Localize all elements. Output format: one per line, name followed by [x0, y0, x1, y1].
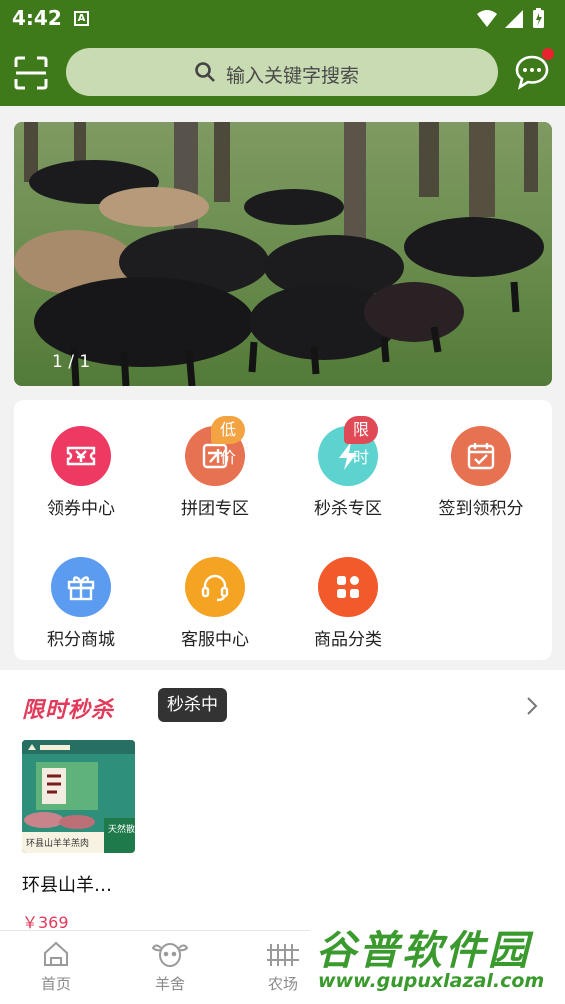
- scan-icon[interactable]: [14, 56, 48, 90]
- tab-label: 首页: [40, 975, 71, 993]
- flash-icon: 限时: [318, 416, 378, 486]
- wifi-icon: [477, 10, 497, 27]
- image-caption: 环县山羊羊羔肉: [26, 837, 89, 849]
- menu-product-category[interactable]: 商品分类: [283, 557, 413, 650]
- menu-label: 秒杀专区: [314, 499, 382, 519]
- category-grid-icon: [318, 557, 378, 617]
- quick-menu: 领券中心 低价 拼团专区 限时 秒杀专区 签到领积分 积分商城 客服中心 商品分…: [14, 400, 552, 660]
- headset-icon: [185, 557, 245, 617]
- search-icon: [195, 62, 215, 82]
- search-bar[interactable]: 输入关键字搜索: [66, 48, 498, 96]
- banner-counter: 1 / 1: [52, 352, 91, 372]
- status-bar: 4:42 A: [0, 0, 565, 38]
- image-badge: 天然散养: [108, 823, 135, 835]
- menu-checkin-points[interactable]: 签到领积分: [416, 426, 546, 519]
- fence-icon: [267, 944, 299, 966]
- limited-time-tag: 限时: [344, 416, 378, 467]
- flash-sale-status-badge: 秒杀中: [158, 688, 227, 722]
- tab-label: 羊舍: [154, 975, 185, 993]
- signal-icon: [505, 10, 523, 28]
- status-time: 4:42: [12, 6, 62, 30]
- product-name: 环县山羊…: [22, 875, 112, 896]
- menu-label: 签到领积分: [438, 499, 524, 519]
- notification-icon: A: [74, 11, 89, 26]
- coupon-icon: [51, 426, 111, 486]
- tab-home[interactable]: 首页: [16, 939, 96, 994]
- chevron-right-icon[interactable]: [522, 694, 542, 718]
- group-buy-icon: 低价: [185, 416, 245, 486]
- home-icon: [44, 941, 68, 966]
- menu-coupon-center[interactable]: 领券中心: [16, 426, 146, 519]
- low-price-tag: 低价: [211, 416, 245, 467]
- system-status-icons: [477, 8, 544, 28]
- unread-dot: [542, 48, 554, 60]
- menu-label: 领券中心: [47, 499, 115, 519]
- menu-flash-sale[interactable]: 限时 秒杀专区: [283, 416, 413, 519]
- banner-carousel[interactable]: 1 / 1: [14, 122, 552, 386]
- gift-icon: [51, 557, 111, 617]
- flash-sale-section: 限时秒杀 秒杀中 环县山羊羊羔肉 天然散养 环县山羊… ￥369: [0, 670, 565, 933]
- watermark-text: 谷普软件园: [316, 928, 531, 974]
- flash-sale-title: 限时秒杀: [22, 698, 115, 723]
- banner-image: [14, 122, 552, 386]
- menu-label: 商品分类: [314, 630, 382, 650]
- menu-label: 拼团专区: [181, 499, 249, 519]
- watermark-logo: 谷普软件园 www.gupuxlazal.com: [310, 916, 565, 998]
- menu-label: 积分商城: [47, 630, 115, 650]
- product-card[interactable]: 环县山羊羊羔肉 天然散养 环县山羊… ￥369: [22, 740, 136, 933]
- calendar-check-icon: [451, 426, 511, 486]
- search-placeholder: 输入关键字搜索: [226, 65, 360, 87]
- message-button[interactable]: [514, 48, 554, 90]
- menu-label: 客服中心: [181, 630, 249, 650]
- product-image: 环县山羊羊羔肉 天然散养: [22, 740, 135, 853]
- menu-customer-service[interactable]: 客服中心: [150, 557, 280, 650]
- app-header: 输入关键字搜索: [0, 38, 565, 106]
- menu-points-mall[interactable]: 积分商城: [16, 557, 146, 650]
- watermark-url: www.gupuxlazal.com: [318, 970, 545, 992]
- tab-sheepfold[interactable]: 羊舍: [130, 939, 210, 994]
- sheep-icon: [151, 943, 189, 967]
- menu-group-buy[interactable]: 低价 拼团专区: [150, 416, 280, 519]
